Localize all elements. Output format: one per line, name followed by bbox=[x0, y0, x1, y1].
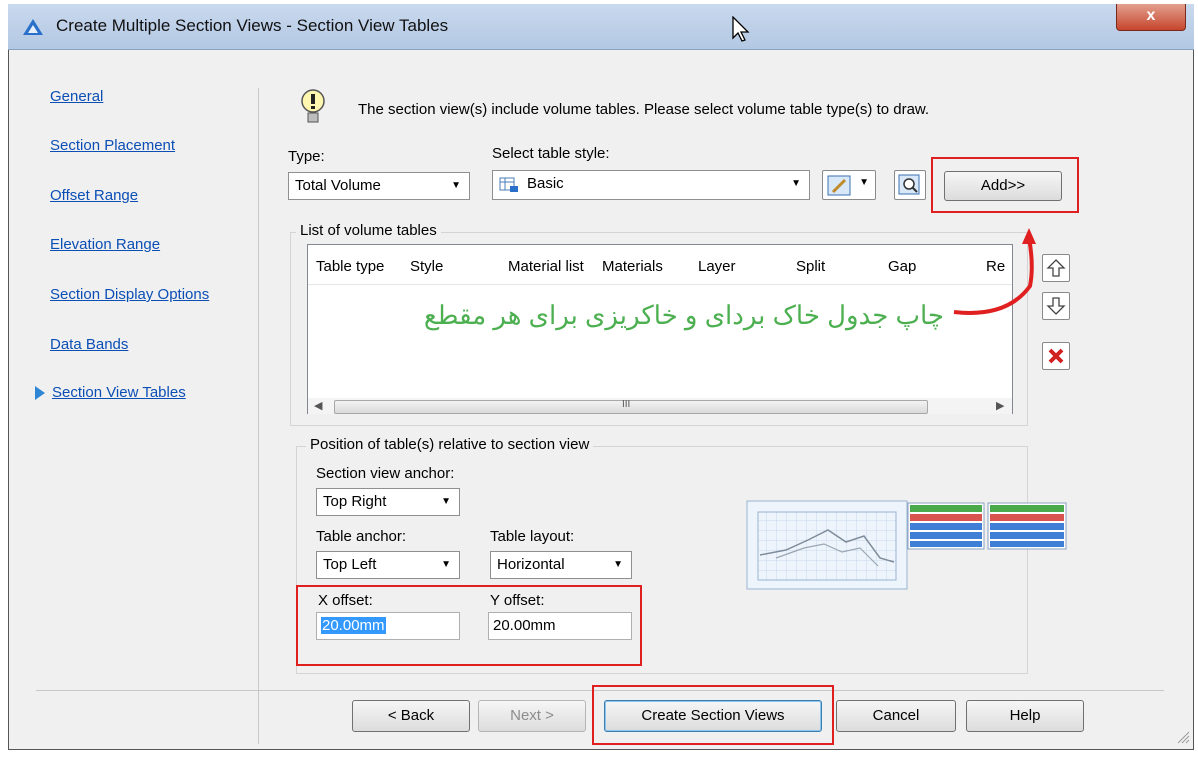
volume-tables-group-title: List of volume tables bbox=[296, 222, 441, 239]
edit-style-icon bbox=[827, 175, 851, 196]
column-header-style[interactable]: Style bbox=[410, 258, 443, 275]
column-header-layer[interactable]: Layer bbox=[698, 258, 736, 275]
sidebar-item-elevation-range[interactable]: Elevation Range bbox=[50, 236, 160, 253]
scrollbar-thumb[interactable] bbox=[334, 400, 928, 414]
info-message: The section view(s) include volume table… bbox=[358, 101, 930, 118]
magnify-preview-icon bbox=[898, 174, 920, 195]
table-layout-value: Horizontal bbox=[497, 556, 565, 573]
delete-x-icon bbox=[1048, 348, 1064, 364]
sidebar-item-section-display-options[interactable]: Section Display Options bbox=[50, 286, 209, 303]
column-header-table-type[interactable]: Table type bbox=[316, 258, 384, 275]
arrow-down-icon bbox=[1046, 297, 1066, 315]
mouse-cursor-icon bbox=[732, 16, 750, 42]
close-button[interactable]: x bbox=[1116, 4, 1186, 31]
table-style-value: Basic bbox=[527, 175, 564, 192]
table-style-icon bbox=[499, 177, 518, 192]
chevron-down-icon: ▼ bbox=[791, 178, 801, 189]
scroll-left-icon[interactable]: ◀ bbox=[314, 399, 322, 412]
cancel-button[interactable]: Cancel bbox=[836, 700, 956, 732]
section-view-anchor-label: Section view anchor: bbox=[316, 465, 455, 482]
add-button-highlight-box bbox=[931, 157, 1079, 213]
chevron-down-icon: ▼ bbox=[451, 180, 461, 191]
table-style-label: Select table style: bbox=[492, 145, 610, 162]
table-position-group-title: Position of table(s) relative to section… bbox=[306, 436, 594, 453]
persian-annotation: چاپ جدول خاک بردای و خاکریزی برای هر مقط… bbox=[423, 300, 944, 330]
sidebar-item-section-placement[interactable]: Section Placement bbox=[50, 137, 175, 154]
civil3d-app-icon bbox=[23, 19, 43, 35]
table-style-dropdown[interactable]: Basic ▼ bbox=[492, 170, 810, 200]
type-label: Type: bbox=[288, 148, 325, 165]
table-layout-label: Table layout: bbox=[490, 528, 575, 545]
preview-style-button[interactable] bbox=[894, 170, 926, 200]
sidebar-item-general[interactable]: General bbox=[50, 88, 103, 105]
next-button-disabled[interactable]: Next > bbox=[478, 700, 586, 732]
move-down-button[interactable] bbox=[1042, 292, 1070, 320]
layout-preview-image bbox=[746, 500, 1067, 590]
column-header-split[interactable]: Split bbox=[796, 258, 825, 275]
back-button[interactable]: < Back bbox=[352, 700, 470, 732]
move-up-button[interactable] bbox=[1042, 254, 1070, 282]
help-button[interactable]: Help bbox=[966, 700, 1084, 732]
chevron-down-icon: ▼ bbox=[613, 559, 623, 570]
chevron-down-icon: ▼ bbox=[441, 559, 451, 570]
resize-grip-icon[interactable] bbox=[1174, 728, 1190, 744]
window-title: Create Multiple Section Views - Section … bbox=[56, 16, 449, 35]
table-anchor-dropdown[interactable]: Top Left ▼ bbox=[316, 551, 460, 579]
column-header-materials[interactable]: Materials bbox=[602, 258, 663, 275]
scrollbar-grip: III bbox=[622, 399, 631, 410]
chevron-down-icon: ▼ bbox=[441, 496, 451, 507]
scroll-right-icon[interactable]: ▶ bbox=[996, 399, 1004, 412]
table-anchor-value: Top Left bbox=[323, 556, 377, 573]
section-view-anchor-value: Top Right bbox=[323, 493, 387, 510]
annotation-arrow-icon bbox=[953, 228, 1036, 315]
edit-style-split-button[interactable]: ▼ bbox=[822, 170, 876, 200]
offset-highlight-box bbox=[296, 585, 642, 666]
column-header-material-list[interactable]: Material list bbox=[508, 258, 584, 275]
delete-table-button[interactable] bbox=[1042, 342, 1070, 370]
sidebar-item-data-bands[interactable]: Data Bands bbox=[50, 336, 128, 353]
section-view-anchor-dropdown[interactable]: Top Right ▼ bbox=[316, 488, 460, 516]
table-anchor-label: Table anchor: bbox=[316, 528, 407, 545]
create-button-highlight-box bbox=[592, 685, 834, 745]
arrow-up-icon bbox=[1046, 259, 1066, 277]
lightbulb-warning-icon bbox=[301, 89, 325, 123]
chevron-down-icon: ▼ bbox=[859, 177, 869, 188]
type-dropdown[interactable]: Total Volume ▼ bbox=[288, 172, 470, 200]
column-header-gap[interactable]: Gap bbox=[888, 258, 916, 275]
list-header-divider bbox=[308, 284, 1012, 285]
table-layout-dropdown[interactable]: Horizontal ▼ bbox=[490, 551, 632, 579]
type-dropdown-value: Total Volume bbox=[295, 177, 381, 194]
sidebar-item-section-view-tables[interactable]: Section View Tables bbox=[52, 384, 186, 401]
current-page-arrow-icon bbox=[35, 386, 45, 400]
sidebar-divider bbox=[258, 88, 259, 744]
sidebar-item-offset-range[interactable]: Offset Range bbox=[50, 187, 138, 204]
